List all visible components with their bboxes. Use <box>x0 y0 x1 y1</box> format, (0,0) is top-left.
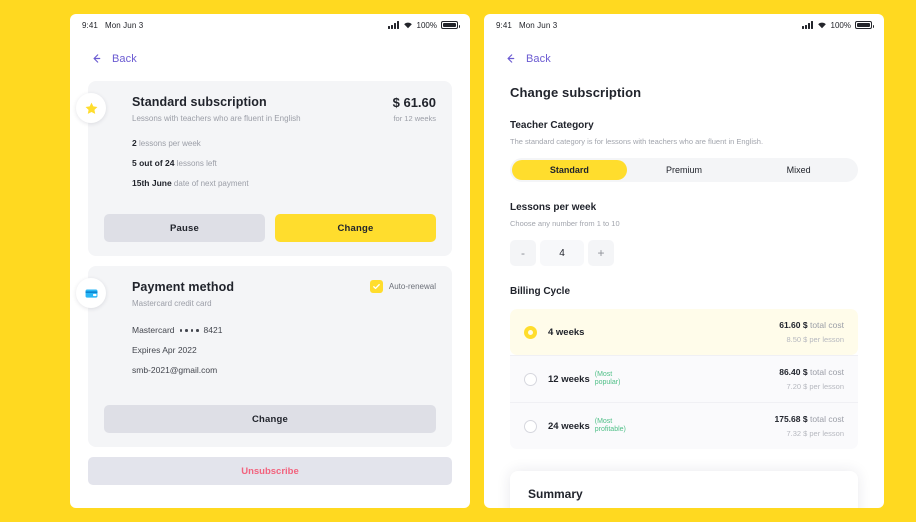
star-icon <box>76 93 106 123</box>
billing-option-24-weeks[interactable]: 24 weeks (Most profitable) 175.68 $ tota… <box>510 402 858 449</box>
signal-icon <box>801 21 813 29</box>
auto-renewal-checkbox[interactable]: Auto-renewal <box>369 280 436 294</box>
radio-selected-icon <box>524 325 537 339</box>
subscription-card: Standard subscription Lessons with teach… <box>76 81 452 257</box>
billing-option-total: 175.68 $ total cost <box>774 414 845 424</box>
billing-option-badge: (Most popular) <box>594 370 621 386</box>
status-bar: 9:41 Mon Jun 3 100% <box>70 14 470 36</box>
change-payment-method-button[interactable]: Change <box>104 405 436 434</box>
decrement-button[interactable]: - <box>510 240 536 266</box>
checkbox-checked-icon <box>369 280 383 294</box>
subscription-subtitle: Lessons with teachers who are fluent in … <box>132 114 301 123</box>
billing-option-per-lesson: 7.32 $ per lesson <box>786 429 844 438</box>
payment-title: Payment method <box>132 280 235 295</box>
battery-icon <box>855 21 874 29</box>
lessons-per-week-section: Lessons per week Choose any number from … <box>510 202 858 266</box>
auto-renewal-label: Auto-renewal <box>388 282 436 292</box>
arrow-left-icon <box>504 52 517 65</box>
tab-premium[interactable]: Premium <box>627 160 742 180</box>
billing-option-name: 24 weeks <box>548 420 590 432</box>
status-time: 9:41 <box>496 20 512 30</box>
payment-subtitle: Mastercard credit card <box>132 299 212 309</box>
battery-icon <box>441 21 460 29</box>
left-phone-panel: 9:41 Mon Jun 3 100% Back Standard subscr… <box>70 14 470 508</box>
billing-cycle-section: Billing Cycle 4 weeks 61.60 $ total cost <box>510 286 858 449</box>
teacher-category-title: Teacher Category <box>510 120 594 131</box>
back-label: Back <box>112 52 137 65</box>
battery-percent: 100% <box>416 20 437 30</box>
card-number-row: Mastercard 8421 <box>132 325 436 335</box>
billing-option-name: 12 weeks <box>548 373 590 385</box>
subscription-price-period: for 12 weeks <box>393 114 436 123</box>
increment-button[interactable]: + <box>588 240 614 266</box>
right-phone-panel: 9:41 Mon Jun 3 100% Back Change subscrip… <box>484 14 884 508</box>
card-brand: Mastercard <box>132 325 175 336</box>
signal-icon <box>387 21 399 29</box>
radio-unselected-icon <box>524 419 537 433</box>
screen: 9:41 Mon Jun 3 100% Back Standard subscr… <box>0 0 916 522</box>
back-button[interactable]: Back <box>484 36 884 65</box>
teacher-category-section: Teacher Category The standard category i… <box>510 120 858 182</box>
card-expiry: Expires Apr 2022 <box>132 345 197 356</box>
billing-option-4-weeks[interactable]: 4 weeks 61.60 $ total cost 8.50 $ per le… <box>510 309 858 355</box>
page-title: Change subscription <box>510 85 642 100</box>
billing-option-per-lesson: 7.20 $ per lesson <box>786 382 844 391</box>
payment-method-card: Payment method Mastercard credit card Au… <box>76 266 452 448</box>
summary-card: Summary Teacher category Standard Billin… <box>510 471 858 508</box>
masked-digits-icon <box>179 329 199 332</box>
card-last4: 8421 <box>203 325 223 336</box>
teacher-category-hint: The standard category is for lessons wit… <box>510 137 764 146</box>
unsubscribe-button[interactable]: Unsubscribe <box>88 457 452 486</box>
billing-option-name: 4 weeks <box>548 326 585 338</box>
billing-option-badge: (Most profitable) <box>594 417 626 433</box>
subscription-price: $ 61.60 <box>392 95 436 110</box>
subscription-facts: 2 lessons per week 5 out of 24 lessons l… <box>132 138 436 188</box>
wifi-icon <box>817 21 827 29</box>
subscription-fact: 15th June date of next payment <box>132 177 249 188</box>
pause-button[interactable]: Pause <box>104 214 265 243</box>
battery-percent: 100% <box>830 20 851 30</box>
lessons-per-week-title: Lessons per week <box>510 202 597 213</box>
billing-cycle-title: Billing Cycle <box>510 286 571 297</box>
subscription-title: Standard subscription <box>132 95 267 109</box>
billing-option-total: 61.60 $ total cost <box>779 320 844 330</box>
account-email: smb-2021@gmail.com <box>132 365 218 376</box>
wifi-icon <box>403 21 413 29</box>
lessons-per-week-hint: Choose any number from 1 to 10 <box>510 219 620 228</box>
billing-cycle-options: 4 weeks 61.60 $ total cost 8.50 $ per le… <box>510 309 858 449</box>
lessons-per-week-stepper: - 4 + <box>510 240 858 266</box>
lessons-per-week-value[interactable]: 4 <box>540 240 584 266</box>
subscription-fact: 5 out of 24 lessons left <box>132 157 217 168</box>
back-button[interactable]: Back <box>70 36 470 65</box>
left-panel-body: Standard subscription Lessons with teach… <box>70 65 470 486</box>
billing-option-per-lesson: 8.50 $ per lesson <box>786 335 844 344</box>
tab-standard[interactable]: Standard <box>512 160 627 180</box>
billing-option-total: 86.40 $ total cost <box>779 367 844 377</box>
right-panel-body: Change subscription Teacher Category The… <box>484 65 884 508</box>
status-time: 9:41 <box>82 20 98 30</box>
billing-option-12-weeks[interactable]: 12 weeks (Most popular) 86.40 $ total co… <box>510 355 858 402</box>
subscription-fact: 2 lessons per week <box>132 138 201 148</box>
summary-title: Summary <box>528 487 583 501</box>
back-label: Back <box>526 52 551 65</box>
status-date: Mon Jun 3 <box>104 20 144 30</box>
change-subscription-button[interactable]: Change <box>275 214 436 243</box>
arrow-left-icon <box>90 52 103 65</box>
status-bar: 9:41 Mon Jun 3 100% <box>484 14 884 36</box>
teacher-category-tabs: Standard Premium Mixed <box>510 158 858 182</box>
status-date: Mon Jun 3 <box>518 20 558 30</box>
radio-unselected-icon <box>524 372 537 386</box>
tab-mixed[interactable]: Mixed <box>741 160 856 180</box>
